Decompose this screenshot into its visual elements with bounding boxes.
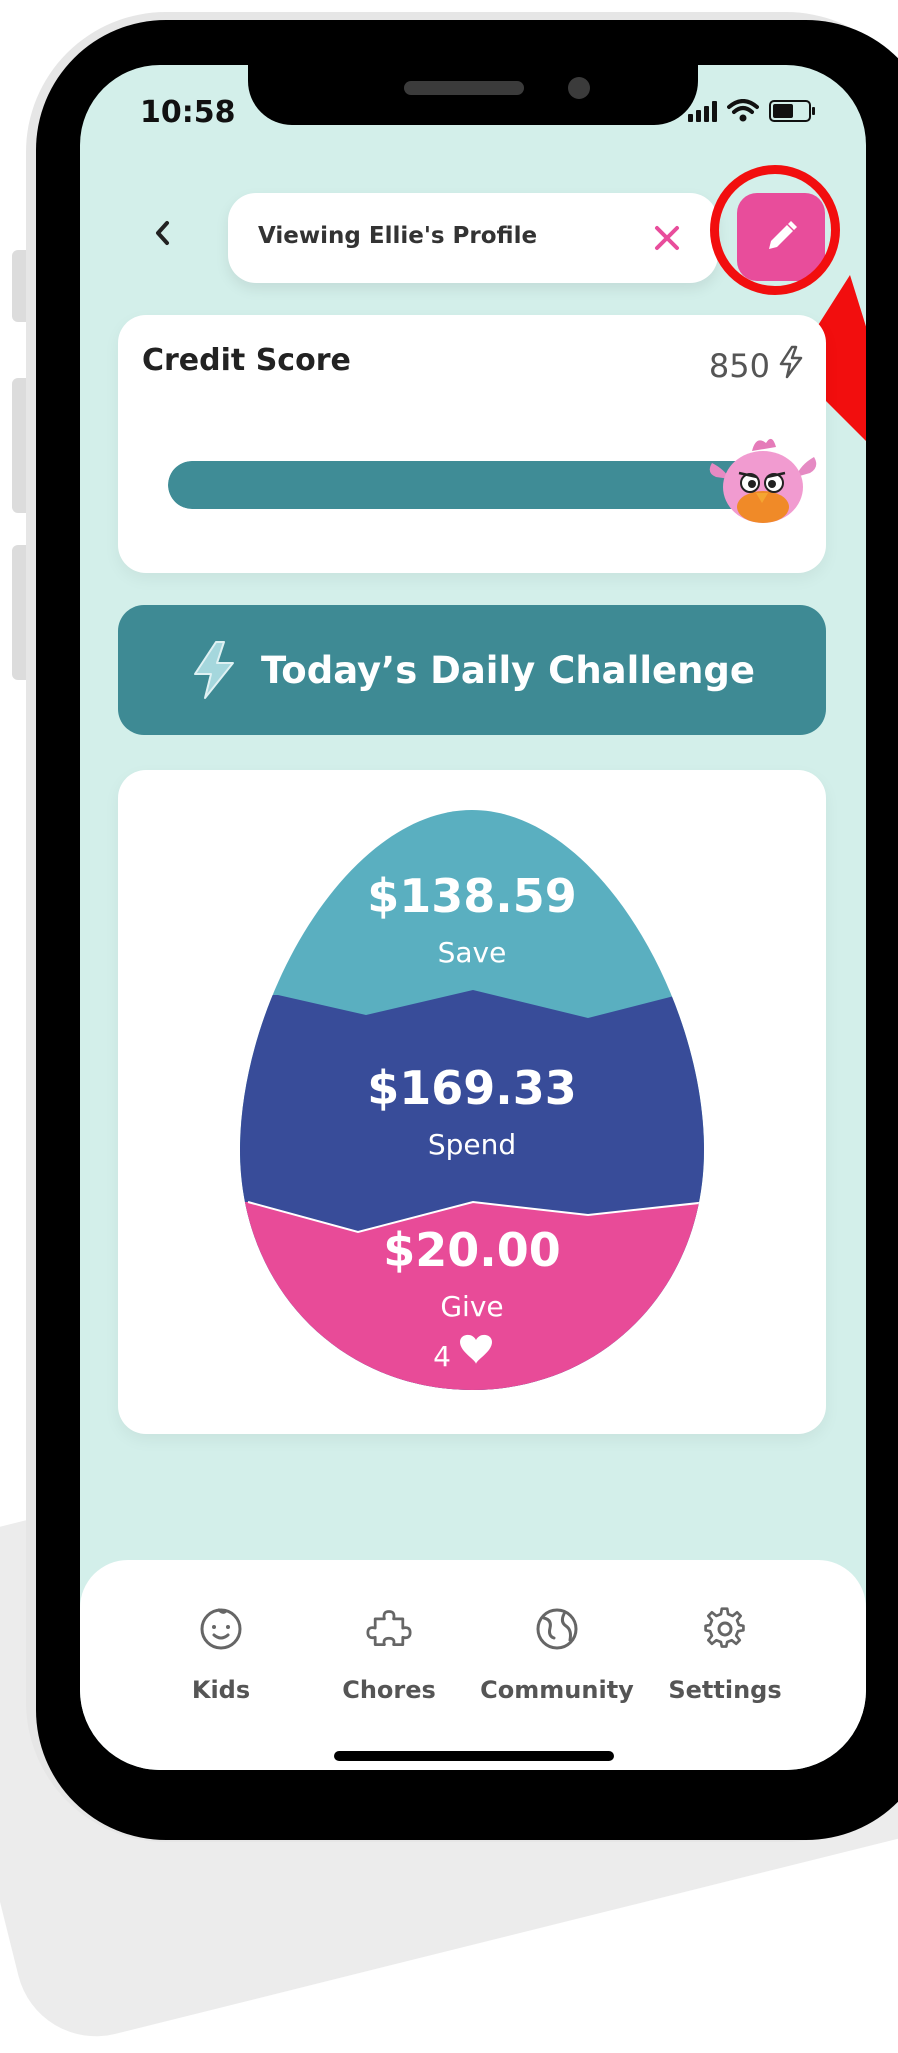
give-amount: $20.00 — [383, 1223, 561, 1277]
nav-item-community[interactable]: Community — [472, 1606, 642, 1704]
credit-score-card: Credit Score 850 — [118, 315, 826, 573]
daily-challenge-button[interactable]: Today’s Daily Challenge — [118, 605, 826, 735]
chevron-left-icon — [156, 221, 169, 245]
globe-icon — [536, 1608, 578, 1650]
lightning-icon — [193, 641, 234, 699]
close-profile-button[interactable] — [644, 215, 690, 261]
home-indicator — [334, 1751, 614, 1761]
daily-challenge-label: Today’s Daily Challenge — [260, 648, 756, 692]
battery-icon — [769, 100, 815, 122]
cellular-signal-icon — [688, 100, 717, 122]
savings-egg-card: $138.59 Save $169.33 Spend $20.00 Give 4 — [118, 770, 826, 1434]
give-hearts-count: 4 — [433, 1340, 451, 1373]
save-amount: $138.59 — [367, 869, 577, 923]
savings-egg: $138.59 Save $169.33 Spend $20.00 Give 4 — [240, 810, 704, 1390]
give-label: Give — [440, 1290, 503, 1323]
front-camera — [568, 77, 590, 99]
credit-score-value: 850 — [708, 347, 770, 385]
nav-item-settings[interactable]: Settings — [640, 1606, 810, 1704]
bottom-nav-bar: Kids Chores Community Settings — [80, 1560, 866, 1770]
nav-label-community: Community — [480, 1676, 634, 1704]
viewing-profile-pill: Viewing Ellie's Profile — [228, 193, 718, 283]
nav-label-kids: Kids — [191, 1676, 251, 1704]
credit-score-title: Credit Score — [142, 343, 351, 378]
phone-notch — [248, 65, 698, 125]
app-screen: 10:58 Viewing Ellie's Profile Credit Sco… — [80, 65, 866, 1770]
gear-icon — [704, 1607, 745, 1648]
credit-score-progress-fill — [168, 461, 762, 509]
viewing-profile-label: Viewing Ellie's Profile — [258, 223, 538, 249]
status-icons — [688, 99, 815, 123]
lightning-icon — [779, 345, 803, 379]
credit-score-progress — [168, 461, 762, 509]
nav-item-kids[interactable]: Kids — [136, 1606, 306, 1704]
speaker-grill — [404, 81, 524, 95]
pink-bird-mascot — [709, 438, 817, 523]
nav-label-chores: Chores — [342, 1676, 436, 1704]
status-time: 10:58 — [140, 95, 236, 130]
back-button[interactable] — [142, 213, 182, 253]
save-label: Save — [438, 936, 507, 969]
nav-item-chores[interactable]: Chores — [304, 1606, 474, 1704]
puzzle-icon — [366, 1610, 412, 1647]
spend-label: Spend — [428, 1128, 516, 1161]
close-icon — [655, 226, 679, 250]
spend-amount: $169.33 — [367, 1061, 577, 1115]
wifi-icon — [727, 99, 759, 122]
nav-label-settings: Settings — [668, 1676, 782, 1704]
baby-face-icon — [200, 1608, 242, 1650]
